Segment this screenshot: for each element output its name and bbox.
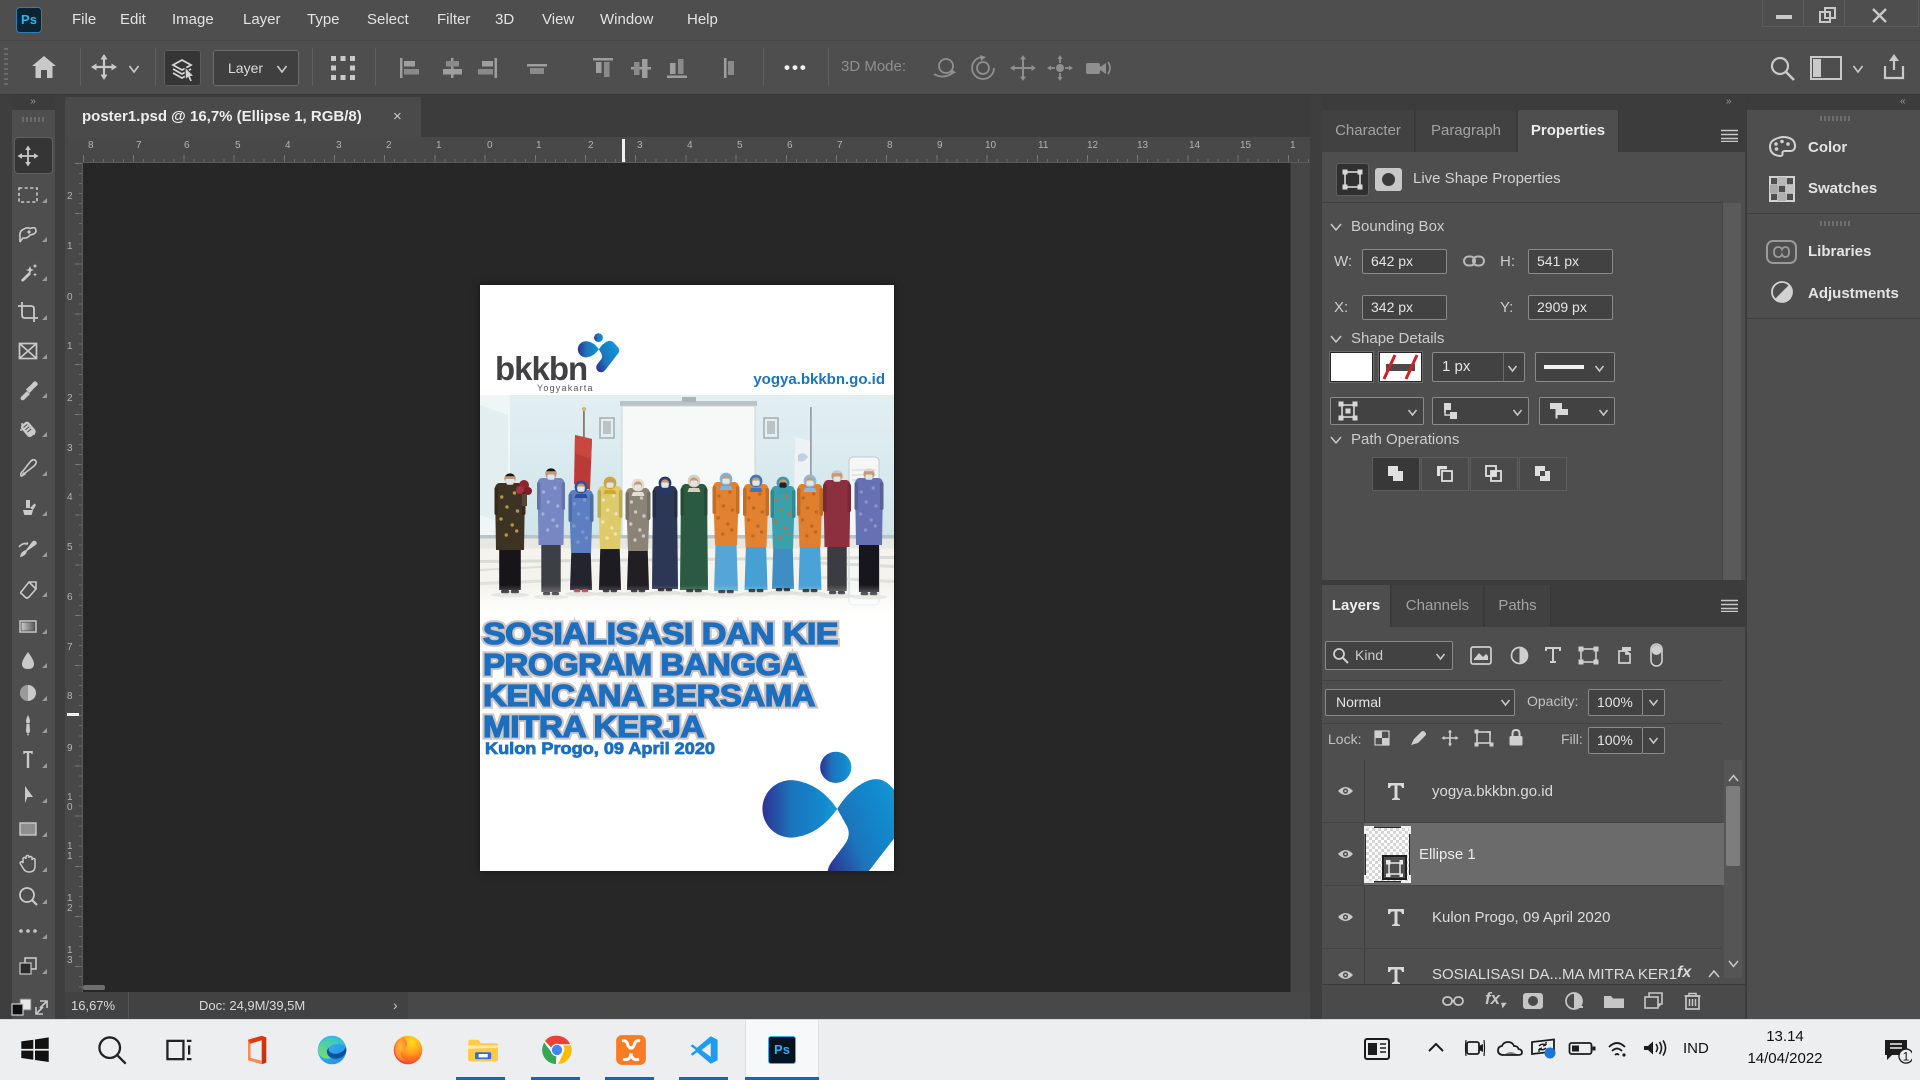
svg-text:KENCANA BERSAMA: KENCANA BERSAMA [483,679,816,713]
svg-text:SOSIALISASI DAN KIE: SOSIALISASI DAN KIE [483,617,838,651]
svg-text:Kulon Progo, 09 April 2020: Kulon Progo, 09 April 2020 [485,739,715,758]
svg-text:1: 1 [1903,1050,1910,1064]
svg-text:PROGRAM BANGGA: PROGRAM BANGGA [483,648,805,682]
